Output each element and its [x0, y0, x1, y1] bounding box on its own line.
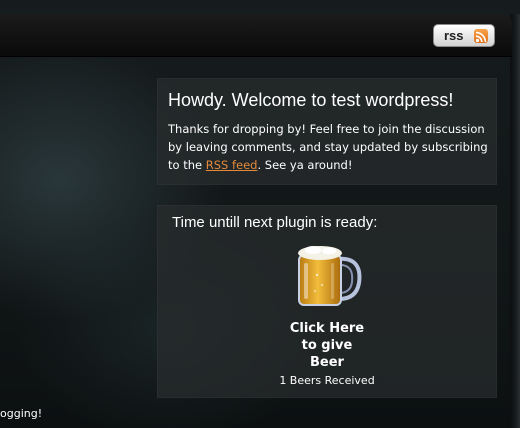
rss-feed-icon — [474, 29, 488, 43]
window-edge — [510, 14, 520, 428]
cta-line-2: to give — [301, 338, 353, 353]
welcome-text: Thanks for dropping by! Feel free to joi… — [168, 120, 493, 174]
rss-button-label: rss — [444, 28, 464, 43]
cta-line-3: Beer — [310, 355, 344, 370]
welcome-text-end: . See ya around! — [257, 158, 353, 172]
plugin-heading: Time untill next plugin is ready: — [172, 214, 378, 231]
rss-feed-link[interactable]: RSS feed — [206, 158, 258, 172]
plugin-widget: Time untill next plugin is ready: Click … — [157, 205, 497, 398]
welcome-panel: Howdy. Welcome to test wordpress! Thanks… — [157, 78, 497, 185]
rss-button[interactable]: rss — [433, 24, 495, 47]
beer-mug-icon[interactable] — [291, 239, 367, 315]
beers-received-count: 1 Beers Received — [279, 374, 375, 387]
truncated-text-fragment: ogging! — [0, 407, 43, 420]
welcome-title: Howdy. Welcome to test wordpress! — [168, 90, 454, 110]
cta-line-1: Click Here — [289, 321, 365, 336]
give-beer-link[interactable]: Click Here to give Beer — [157, 320, 497, 371]
